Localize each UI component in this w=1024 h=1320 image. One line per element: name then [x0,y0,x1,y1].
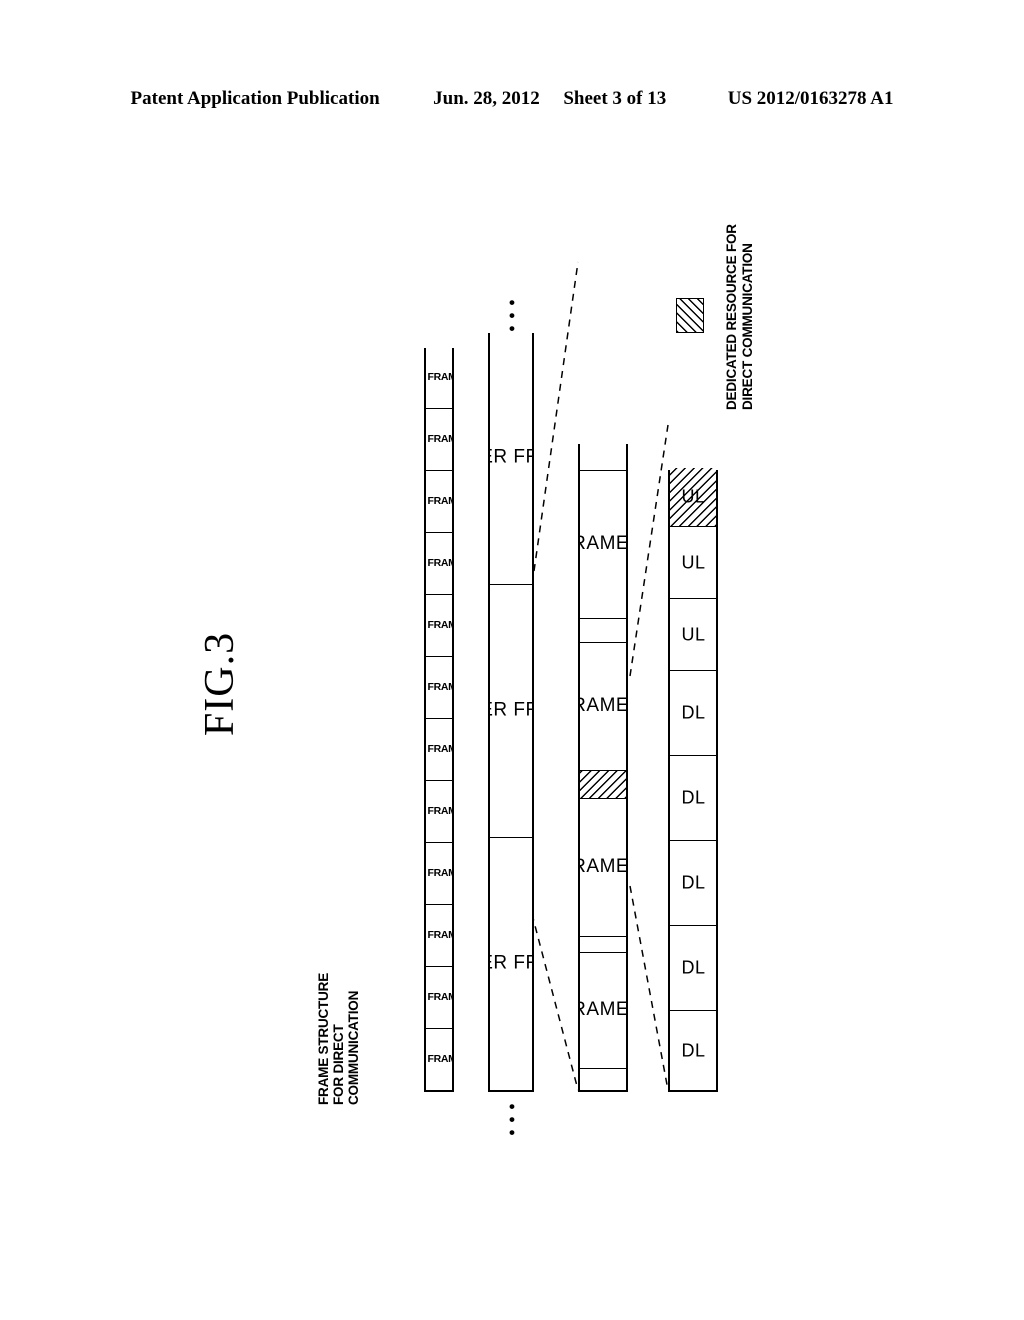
cell-dm-frame1: DM FRAME1 [426,532,452,594]
dm-frame-strip: DM FRAME1 DM FRAME2 DM FRAME3 DM FRAME4 DM F… [424,346,454,1092]
super-frame-strip: SUPER FRAME SUPER FRAME SUPER FRAME [488,331,534,1092]
cell-label: FRAME 2 [580,856,626,878]
cell-label: SUPER FRAME [490,446,532,468]
cell-label: DM FRAME1 [426,1053,452,1066]
cell-label: DM FRAME1 [426,557,452,570]
cell-label: SUPER FRAME [490,953,532,974]
cell-label: DL [680,872,706,893]
cell-super-frame: SUPER FRAME [490,584,532,837]
cell-label: DM FRAME4 [426,371,452,383]
cell-dm-frame2: DM FRAME2 [426,718,452,780]
cell-dl: DL [670,925,716,1010]
cell-label: UL [680,552,706,573]
cell-label: DL [680,702,706,723]
header-date: Jun. 28, 2012 [433,88,540,109]
connector-sf-to-frame-top [533,261,579,572]
cell-dm-frame2: DM FRAME2 [426,966,452,1028]
cell-dm-frame1: DM FRAME1 [426,1028,452,1090]
cell-label: FRAME 3 [580,695,626,717]
cell-dm-frame1: DM FRAME1 [426,780,452,842]
dl-ul-strip-wrapper: DL DL DL DL DL UL UL UL [668,468,718,1092]
cell-label: DL [680,787,706,808]
cell-label: DM FRAME3 [426,433,452,446]
super-frame-strip-wrapper: SUPER FRAME SUPER FRAME SUPER FRAME [488,331,534,1092]
cell-label: SUPER FRAME [490,700,532,721]
cell-ul: UL [670,526,716,598]
cell-label: UL [680,486,706,507]
cell-dm-frame3: DM FRAME3 [426,408,452,470]
header-sheet: Sheet 3 of 13 [563,88,667,109]
cell-label: DM FRAME2 [426,743,452,756]
cell-dm-frame4: DM FRAME4 [426,594,452,656]
header-publication: Patent Application Publication [130,88,380,109]
cell-frame-2: FRAME 2 [580,798,626,936]
cell-frame-3: FRAME 3 [580,642,626,770]
cell-dl: DL [670,755,716,840]
figure-title: FIG.3 [197,631,243,737]
caption-line-2: FOR DIRECT [331,1024,346,1106]
cell-dl: DL [670,840,716,925]
cell-label: DM FRAME1 [426,805,452,818]
cell-label: DM FRAME4 [426,867,452,880]
cell-super-frame: SUPER FRAME [490,837,532,1090]
cell-label: DL [680,1040,706,1061]
cell-label: FRAME 1 [580,999,626,1021]
frame-structure-caption: FRAME STRUCTURE FOR DIRECT COMMUNICATION [316,905,361,1105]
cell-label: FRAME 4 [580,533,626,555]
cell-label: DM FRAME2 [426,991,452,1004]
cell-dl: DL [670,1010,716,1090]
cell-dm-frame2: DM FRAME2 [426,470,452,532]
caption-line-3: COMMUNICATION [346,990,361,1105]
cell-label: DM FRAME3 [426,929,452,942]
frame-strip: FRAME 1 FRAME 2 FRAME 3 FRAME 4 [578,442,628,1092]
frame-strip-wrapper: FRAME 1 FRAME 2 FRAME 3 FRAME 4 [578,442,628,1092]
legend-line-2: DIRECT COMMUNICATION [740,243,755,410]
header-patent-number: US 2012/0163278 A1 [727,88,894,109]
dm-frame-strip-wrapper: DM FRAME1 DM FRAME2 DM FRAME3 DM FRAME4 DM F… [424,346,454,1092]
cell-label: DL [680,957,706,978]
cell-dl: DL [670,670,716,755]
cell-blank [580,1068,626,1090]
cell-blank [580,442,626,470]
cell-label: UL [680,624,706,645]
cell-super-frame: SUPER FRAME [490,331,532,584]
cell-frame-4: FRAME 4 [580,470,626,618]
ellipsis-bottom: • • • [505,1098,519,1142]
cell-frame-1: FRAME 1 [580,952,626,1068]
dl-ul-strip: DL DL DL DL DL UL UL UL [668,468,718,1092]
cell-label: DM FRAME2 [426,495,452,508]
caption-line-1: FRAME STRUCTURE [316,973,331,1105]
cell-dm-frame4: DM FRAME4 [426,346,452,408]
cell-blank [580,618,626,642]
cell-label: DM FRAME3 [426,681,452,694]
legend-text: DEDICATED RESOURCE FOR DIRECT COMMUNICAT… [724,180,756,410]
legend-line-1: DEDICATED RESOURCE FOR [724,224,739,410]
cell-blank [580,770,626,798]
connector-frame-to-dlul-top [629,424,669,677]
cell-blank [580,936,626,952]
connector-frame-to-dlul-bottom [629,885,669,1091]
ellipsis-dot: • [509,319,515,338]
cell-dm-frame3: DM FRAME3 [426,904,452,966]
ellipsis-top: • • • [505,294,519,338]
legend-hatch-swatch [676,298,704,333]
cell-ul: UL [670,598,716,670]
page-header: Patent Application Publication Jun. 28, … [0,88,1024,110]
cell-dm-frame3: DM FRAME3 [426,656,452,718]
ellipsis-dot: • [509,1123,515,1142]
cell-ul: UL [670,468,716,526]
cell-label: DM FRAME4 [426,619,452,632]
cell-dm-frame4: DM FRAME4 [426,842,452,904]
